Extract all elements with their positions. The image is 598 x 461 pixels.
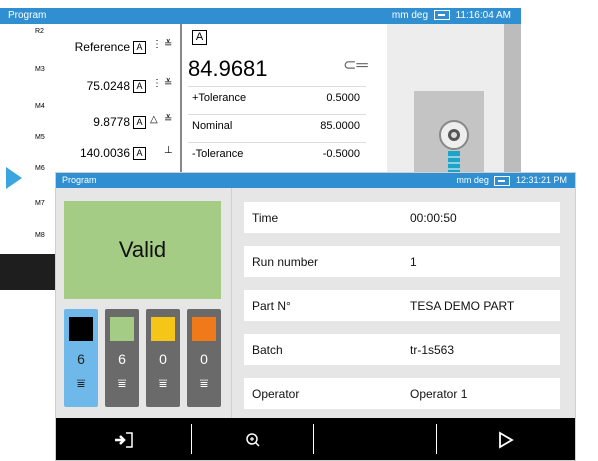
color-swatch xyxy=(192,317,216,341)
counter-value: 0 xyxy=(200,351,208,367)
clock-label: 12:31:21 PM xyxy=(515,175,567,185)
exit-icon xyxy=(114,432,133,448)
info-row-time: Time 00:00:50 xyxy=(244,202,560,233)
bottom-toolbar xyxy=(56,418,575,460)
play-arrow-icon[interactable] xyxy=(6,167,22,189)
info-label: Time xyxy=(252,211,279,225)
align-icon: ⊥ xyxy=(164,145,173,156)
marker-box: A xyxy=(133,41,146,54)
tolerance-label: Nominal xyxy=(192,120,233,132)
info-label: Batch xyxy=(252,343,283,357)
measured-value: 84.9681 xyxy=(188,56,268,81)
info-label: Operator xyxy=(252,387,300,401)
exit-button[interactable] xyxy=(56,418,191,460)
info-panel: Time 00:00:50 Run number 1 Part N° TESA … xyxy=(232,188,575,418)
zoom-list-icon: ⩸ xyxy=(117,375,127,391)
align-icon: ≚ xyxy=(164,114,173,125)
info-row-operator: Operator Operator 1 xyxy=(244,378,560,409)
info-value: TESA DEMO PART xyxy=(410,299,515,313)
status-area: mm deg 12:31:21 PM xyxy=(456,175,567,186)
title-bar: Program mm deg 11:16:04 AM xyxy=(0,8,521,24)
zoom-list-icon: ⩸ xyxy=(199,375,209,391)
counter-warning[interactable]: 0 ⩸ xyxy=(146,309,180,407)
color-swatch xyxy=(151,317,175,341)
battery-icon xyxy=(494,175,511,186)
valid-status: Valid xyxy=(64,201,221,299)
info-row-run-number: Run number 1 xyxy=(244,246,560,277)
blank-button[interactable] xyxy=(314,418,436,460)
tolerance-row: +Tolerance 0.5000 xyxy=(188,86,366,109)
marker-box: A xyxy=(133,80,146,93)
play-icon xyxy=(499,431,514,449)
info-value: Operator 1 xyxy=(410,387,468,401)
key-icon: ⊂═ xyxy=(343,57,368,74)
counter-total[interactable]: 6 ⩸ xyxy=(64,309,98,407)
row-id: M3 xyxy=(35,66,45,73)
align-icon: ≚ xyxy=(164,39,173,50)
tolerance-row: -Tolerance -0.5000 xyxy=(188,142,366,165)
color-swatch xyxy=(69,317,93,341)
info-value: 00:00:50 xyxy=(410,211,457,225)
tolerance-label: -Tolerance xyxy=(192,148,244,160)
color-swatch xyxy=(110,317,134,341)
dimension-icon: ⋮ xyxy=(152,39,162,50)
row-id: M4 xyxy=(35,103,45,110)
marker-box: A xyxy=(133,116,146,129)
zoom-icon xyxy=(245,433,260,447)
row-id: M5 xyxy=(35,134,45,141)
result-marker: A xyxy=(192,30,207,45)
status-area: mm deg 11:16:04 AM xyxy=(392,10,511,21)
units-label: mm deg xyxy=(456,175,489,185)
row-id: M6 xyxy=(35,165,45,172)
info-value: 1 xyxy=(410,255,417,269)
info-label: Part N° xyxy=(252,299,291,313)
zoom-list-icon: ⩸ xyxy=(158,375,168,391)
left-gutter xyxy=(0,24,31,254)
info-row-batch: Batch tr-1s563 xyxy=(244,334,560,365)
row-id: M7 xyxy=(35,200,45,207)
counter-reject[interactable]: 0 ⩸ xyxy=(187,309,221,407)
triangle-icon: △ xyxy=(150,114,158,125)
row-id: M8 xyxy=(35,232,45,239)
zoom-list-icon: ⩸ xyxy=(76,375,86,391)
tolerance-label: +Tolerance xyxy=(192,92,247,104)
info-row-part-number: Part N° TESA DEMO PART xyxy=(244,290,560,321)
tolerance-row: Nominal 85.0000 xyxy=(188,114,366,137)
counter-value: 0 xyxy=(159,351,167,367)
align-icon: ≚ xyxy=(164,78,173,89)
tolerance-value: 0.5000 xyxy=(326,92,360,104)
row-value[interactable]: Reference xyxy=(75,40,130,54)
zoom-button[interactable] xyxy=(192,418,313,460)
clock-label: 11:16:04 AM xyxy=(455,10,511,21)
info-value: tr-1s563 xyxy=(410,343,455,357)
units-label: mm deg xyxy=(391,10,429,21)
row-id: R2 xyxy=(35,28,44,35)
row-value[interactable]: 75.0248 xyxy=(87,79,130,93)
summary-panel: Valid 6 ⩸ 6 ⩸ 0 ⩸ 0 ⩸ xyxy=(56,188,232,418)
probe-image xyxy=(414,91,484,181)
window-title: Program xyxy=(62,175,97,185)
info-label: Run number xyxy=(252,255,319,269)
title-bar: Program mm deg 12:31:21 PM xyxy=(56,173,575,188)
counter-value: 6 xyxy=(77,351,85,367)
marker-box: A xyxy=(133,147,146,160)
play-button[interactable] xyxy=(437,418,575,460)
dimension-icon: ⋮ xyxy=(152,78,162,89)
row-value[interactable]: 9.8778 xyxy=(93,115,130,129)
front-window: Program mm deg 12:31:21 PM Valid 6 ⩸ 6 ⩸… xyxy=(55,172,576,461)
window-title: Program xyxy=(8,10,47,21)
counter-good[interactable]: 6 ⩸ xyxy=(105,309,139,407)
tolerance-value: 85.0000 xyxy=(320,120,360,132)
battery-icon xyxy=(433,10,450,21)
tolerance-value: -0.5000 xyxy=(322,148,360,160)
row-value[interactable]: 140.0036 xyxy=(80,146,130,160)
counter-value: 6 xyxy=(118,351,126,367)
